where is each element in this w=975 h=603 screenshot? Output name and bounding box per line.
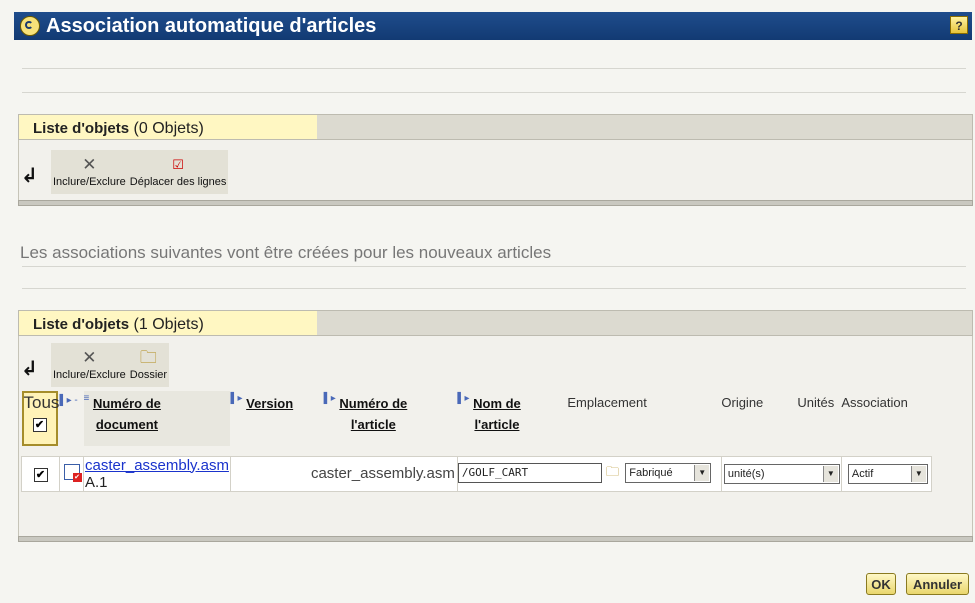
object-list-panel-2: ↲ ✕ Inclure/Exclure 🗀 Dossier Tous ✔ ▌▸ …	[18, 336, 973, 536]
article-number-value: caster_assembly.asm	[310, 465, 455, 482]
column-article-name[interactable]: Nom de l'article	[473, 393, 521, 435]
toolbar: ↲ ✕ Inclure/Exclure 🗀 Dossier	[19, 342, 170, 387]
list-title: Liste d'objets	[33, 120, 130, 137]
article-name-input[interactable]: /GOLF_CART	[457, 462, 602, 483]
panel-footer	[18, 200, 973, 206]
divider	[22, 266, 966, 267]
include-exclude-button[interactable]: ✕ Inclure/Exclure	[51, 343, 128, 387]
table-row: ✔ ✔ caster_assembly.asm A.1 caster_assem…	[21, 455, 932, 492]
document-link[interactable]: caster_assembly.asm	[85, 457, 229, 474]
folder-button[interactable]: 🗀 Dossier	[127, 343, 170, 387]
sort-asc-icon: ≡	[83, 393, 90, 404]
select-all-toggle[interactable]: Tous ✔	[21, 391, 59, 446]
select-all-checkbox[interactable]: ✔	[32, 418, 47, 432]
toolbar: ↲ ✕ Inclure/Exclure ☑ Déplacer des ligne…	[19, 149, 229, 194]
list-count: (1 Objets)	[133, 316, 204, 333]
browse-folder-icon[interactable]: 🗀	[606, 464, 619, 479]
column-document-number[interactable]: Numéro de document	[93, 393, 161, 435]
sort-icon[interactable]: ▌▸ -	[60, 395, 78, 406]
move-rows-icon: ☑	[172, 157, 184, 172]
list-count: (0 Objets)	[133, 120, 204, 137]
x-icon: ✕	[82, 155, 97, 174]
folder-icon: 🗀	[139, 348, 157, 367]
divider	[22, 68, 966, 69]
origin-select[interactable]: Fabriqué ▼	[625, 462, 712, 483]
row-checkbox[interactable]: ✔	[33, 468, 48, 482]
column-version[interactable]: Version	[246, 393, 293, 414]
app-icon	[20, 16, 40, 36]
chevron-down-icon: ▼	[910, 465, 926, 482]
window-titlebar: Association automatique d'articles ?	[14, 12, 972, 40]
window-title: Association automatique d'articles	[46, 14, 377, 37]
object-table: Tous ✔ ▌▸ - ≡ Numéro de document ▌▸ Versi…	[21, 391, 932, 492]
column-association: Association	[841, 395, 908, 410]
object-list-header-1: Liste d'objets (0 Objets)	[18, 114, 973, 140]
sort-icon: ▌▸	[230, 393, 243, 404]
cancel-button[interactable]: Annuler	[906, 573, 969, 595]
back-arrow-icon[interactable]: ↲	[21, 165, 38, 185]
object-list-panel-1: ↲ ✕ Inclure/Exclure ☑ Déplacer des ligne…	[18, 140, 973, 200]
column-origin: Origine	[721, 395, 764, 410]
chevron-down-icon: ▼	[822, 465, 838, 482]
section-subtitle: Les associations suivantes vont être cré…	[20, 243, 552, 262]
units-select[interactable]: unité(s) ▼	[723, 463, 840, 484]
move-rows-button[interactable]: ☑ Déplacer des lignes	[127, 150, 229, 194]
column-article-number[interactable]: Numéro de l'article	[339, 393, 407, 435]
sort-icon: ▌▸	[457, 393, 470, 404]
document-status-icon: ✔	[63, 463, 82, 482]
back-arrow-icon[interactable]: ↲	[21, 358, 38, 378]
list-title: Liste d'objets	[33, 316, 130, 333]
version-value: A.1	[85, 473, 108, 491]
divider	[22, 288, 966, 289]
panel-footer	[18, 536, 973, 542]
divider	[22, 92, 966, 93]
help-button[interactable]: ?	[950, 16, 968, 34]
x-icon: ✕	[82, 348, 97, 367]
sort-icon: ▌▸	[323, 393, 336, 404]
column-location: Emplacement	[567, 395, 647, 410]
association-select[interactable]: Actif ▼	[847, 463, 928, 484]
object-list-header-2: Liste d'objets (1 Objets)	[18, 310, 973, 336]
column-units: Unités	[797, 395, 835, 410]
ok-button[interactable]: OK	[866, 573, 896, 595]
chevron-down-icon: ▼	[694, 464, 710, 481]
table-header-row: Tous ✔ ▌▸ - ≡ Numéro de document ▌▸ Versi…	[21, 391, 932, 446]
include-exclude-button[interactable]: ✕ Inclure/Exclure	[51, 150, 128, 194]
